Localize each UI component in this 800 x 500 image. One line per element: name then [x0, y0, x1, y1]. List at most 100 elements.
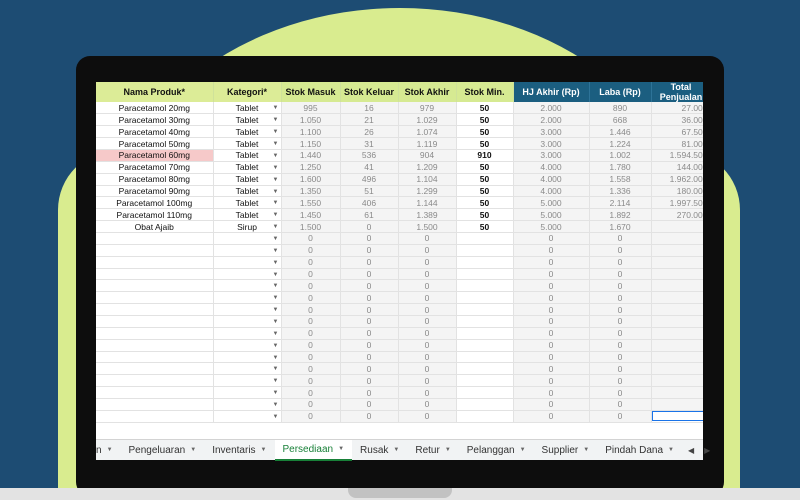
cell-stok-masuk[interactable]: 1.600: [281, 173, 341, 186]
cell-laba[interactable]: 0: [589, 303, 652, 316]
cell-total-penjualan[interactable]: 36.000: [651, 113, 703, 127]
cell-total-penjualan[interactable]: 0: [651, 398, 703, 411]
cell-hj-akhir[interactable]: 0: [513, 386, 590, 399]
cell-stok-masuk[interactable]: 0: [281, 279, 341, 293]
cell-stok-akhir[interactable]: 1.209: [398, 161, 457, 174]
cell-kategori[interactable]: ▼: [213, 315, 282, 328]
sheet-tab[interactable]: Persediaan ▼: [274, 439, 353, 461]
tab-menu-caret-icon[interactable]: ▼: [668, 447, 674, 453]
cell-total-penjualan[interactable]: 1.594.500: [651, 149, 703, 162]
cell-stok-masuk[interactable]: 0: [281, 244, 341, 257]
cell-stok-keluar[interactable]: 496: [340, 173, 399, 186]
cell-laba[interactable]: 0: [589, 327, 652, 340]
cell-nama-produk[interactable]: [96, 315, 214, 328]
dropdown-arrow-icon[interactable]: ▼: [273, 187, 279, 196]
cell-hj-akhir[interactable]: 5.000: [513, 208, 590, 222]
dropdown-arrow-icon[interactable]: ▼: [273, 364, 279, 373]
cell-stok-akhir[interactable]: 1.299: [398, 185, 457, 198]
dropdown-arrow-icon[interactable]: ▼: [273, 139, 279, 148]
cell-stok-min[interactable]: [456, 291, 514, 305]
cell-total-penjualan[interactable]: 144.000: [651, 161, 703, 174]
cell-stok-masuk[interactable]: 0: [281, 291, 341, 305]
cell-stok-min[interactable]: [456, 315, 514, 328]
cell-stok-akhir[interactable]: 0: [398, 268, 457, 281]
cell-stok-akhir[interactable]: 0: [398, 351, 457, 364]
cell-kategori[interactable]: Tablet ▼: [213, 173, 282, 186]
cell-laba[interactable]: 0: [589, 315, 652, 328]
cell-hj-akhir[interactable]: 0: [513, 351, 590, 364]
sheet-tab[interactable]: Rusak ▼: [352, 440, 407, 461]
cell-stok-keluar[interactable]: 16: [340, 102, 399, 115]
cell-nama-produk[interactable]: Paracetamol 90mg: [96, 185, 214, 198]
cell-total-penjualan[interactable]: 0: [651, 410, 703, 423]
col-header-kategori[interactable]: Kategori*: [213, 82, 282, 102]
dropdown-arrow-icon[interactable]: ▼: [273, 210, 279, 219]
cell-total-penjualan[interactable]: 0: [651, 386, 703, 399]
cell-hj-akhir[interactable]: 3.000: [513, 125, 590, 139]
cell-laba[interactable]: 0: [589, 279, 652, 293]
cell-hj-akhir[interactable]: 0: [513, 268, 590, 281]
cell-hj-akhir[interactable]: 0: [513, 315, 590, 328]
cell-nama-produk[interactable]: Paracetamol 80mg: [96, 173, 214, 186]
cell-nama-produk[interactable]: Paracetamol 70mg: [96, 161, 214, 174]
cell-total-penjualan[interactable]: 1.997.500: [651, 196, 703, 210]
cell-kategori[interactable]: Tablet ▼: [213, 196, 282, 210]
cell-kategori[interactable]: ▼: [213, 327, 282, 340]
cell-stok-masuk[interactable]: 0: [281, 386, 341, 399]
cell-stok-akhir[interactable]: 0: [398, 410, 457, 423]
dropdown-arrow-icon[interactable]: ▼: [273, 412, 279, 421]
cell-kategori[interactable]: Tablet ▼: [213, 125, 282, 139]
cell-stok-min[interactable]: 50: [456, 185, 514, 198]
cell-laba[interactable]: 1.002: [589, 149, 652, 162]
dropdown-arrow-icon[interactable]: ▼: [273, 222, 279, 231]
tab-menu-caret-icon[interactable]: ▼: [583, 447, 589, 453]
cell-stok-min[interactable]: [456, 386, 514, 399]
cell-laba[interactable]: 0: [589, 244, 652, 257]
scroll-left-icon[interactable]: ◀: [688, 446, 694, 455]
dropdown-arrow-icon[interactable]: ▼: [273, 270, 279, 279]
cell-laba[interactable]: 0: [589, 291, 652, 305]
cell-total-penjualan[interactable]: 0: [651, 362, 703, 376]
cell-hj-akhir[interactable]: 2.000: [513, 102, 590, 115]
cell-stok-akhir[interactable]: 0: [398, 291, 457, 305]
cell-stok-min[interactable]: [456, 339, 514, 352]
dropdown-arrow-icon[interactable]: ▼: [273, 258, 279, 267]
col-header-stok-akhir[interactable]: Stok Akhir: [398, 82, 457, 102]
cell-total-penjualan[interactable]: 0: [651, 315, 703, 328]
cell-total-penjualan[interactable]: 0: [651, 220, 703, 233]
dropdown-arrow-icon[interactable]: ▼: [273, 376, 279, 385]
cell-laba[interactable]: 0: [589, 232, 652, 245]
cell-kategori[interactable]: ▼: [213, 303, 282, 316]
cell-kategori[interactable]: ▼: [213, 268, 282, 281]
cell-kategori[interactable]: ▼: [213, 339, 282, 352]
cell-stok-min[interactable]: 50: [456, 102, 514, 115]
cell-stok-masuk[interactable]: 1.050: [281, 113, 341, 127]
cell-stok-min[interactable]: 50: [456, 125, 514, 139]
cell-stok-masuk[interactable]: 0: [281, 362, 341, 376]
cell-nama-produk[interactable]: Paracetamol 20mg: [96, 102, 214, 115]
sheet-tab[interactable]: Inventaris ▼: [204, 440, 274, 461]
cell-kategori[interactable]: ▼: [213, 410, 282, 423]
cell-stok-keluar[interactable]: 41: [340, 161, 399, 174]
sheet-tab[interactable]: Pengeluaran ▼: [121, 440, 205, 461]
cell-laba[interactable]: 2.114: [589, 196, 652, 210]
cell-stok-keluar[interactable]: 0: [340, 374, 399, 388]
cell-stok-keluar[interactable]: 51: [340, 185, 399, 198]
cell-nama-produk[interactable]: [96, 386, 214, 399]
cell-total-penjualan[interactable]: 180.000: [651, 185, 703, 198]
cell-kategori[interactable]: Tablet ▼: [213, 113, 282, 127]
dropdown-arrow-icon[interactable]: ▼: [273, 246, 279, 255]
cell-stok-min[interactable]: 50: [456, 161, 514, 174]
cell-hj-akhir[interactable]: 3.000: [513, 149, 590, 162]
col-header-hj-akhir[interactable]: HJ Akhir (Rp): [513, 82, 590, 102]
cell-stok-masuk[interactable]: 0: [281, 303, 341, 316]
cell-hj-akhir[interactable]: 0: [513, 327, 590, 340]
cell-nama-produk[interactable]: Paracetamol 110mg: [96, 208, 214, 222]
cell-total-penjualan[interactable]: 0: [651, 351, 703, 364]
cell-hj-akhir[interactable]: 5.000: [513, 196, 590, 210]
cell-nama-produk[interactable]: Paracetamol 40mg: [96, 125, 214, 139]
cell-stok-min[interactable]: [456, 232, 514, 245]
cell-nama-produk[interactable]: Paracetamol 30mg: [96, 113, 214, 127]
cell-hj-akhir[interactable]: 5.000: [513, 220, 590, 233]
cell-stok-akhir[interactable]: 1.029: [398, 113, 457, 127]
